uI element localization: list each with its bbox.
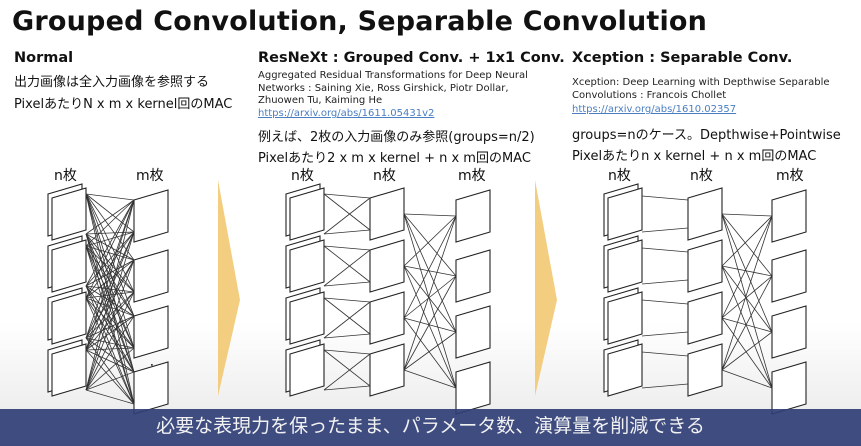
xception-pw-link-2-3 (721, 317, 773, 389)
resnext-output-map-3 (455, 361, 491, 415)
xception-output-map-0 (771, 189, 807, 243)
xception-pw-link-3-1 (721, 275, 773, 371)
xception-mid-map-2 (687, 291, 723, 345)
resnext-group-link-3-c (323, 349, 371, 387)
resnext-group-link-1-b (323, 281, 371, 287)
xception-dw-link-1-a (641, 247, 689, 253)
slide: Grouped Convolution, Separable Convoluti… (0, 0, 861, 446)
resnext-group-link-1-a (323, 245, 371, 251)
xception-dw-link-1-b (641, 279, 689, 285)
resnext-output-map-1 (455, 249, 491, 303)
xception-dw-link-3-a (641, 351, 689, 357)
xception-output-map-1 (771, 249, 807, 303)
normal-output-map-2 (133, 305, 169, 359)
resnext-group-link-0-d (323, 197, 371, 235)
resnext-pw-link-3-2 (403, 331, 457, 371)
resnext-group-link-3-d (323, 353, 371, 391)
xception-pw-link-1-3 (721, 265, 773, 389)
resnext-group-link-2-b (323, 333, 371, 339)
resnext-mid-map-1 (369, 239, 405, 293)
resnext-group-link-3-a (323, 349, 371, 355)
resnext-output-map-2 (455, 305, 491, 359)
resnext-pw-link-3-1 (403, 275, 457, 371)
resnext-mid-map-3 (369, 343, 405, 397)
xception-pw-link-3-3 (721, 369, 773, 389)
xception-mid-map-1 (687, 239, 723, 293)
xception-dw-link-2-a (641, 299, 689, 305)
arrow-2 (535, 180, 557, 396)
resnext-group-link-2-c (323, 297, 371, 335)
xception-mid-map-3 (687, 343, 723, 397)
arrow-1 (218, 180, 240, 396)
resnext-mid-map-2 (369, 291, 405, 345)
normal-link-3-0-3-b (85, 349, 135, 405)
resnext-group-link-1-c (323, 245, 371, 283)
resnext-pw-link-1-3 (403, 265, 457, 389)
normal-output-map-0 (133, 189, 169, 243)
resnext-group-link-0-c (323, 193, 371, 231)
normal-link-3-1-3-b (85, 389, 135, 405)
resnext-group-link-1-d (323, 249, 371, 287)
xception-dw-link-2-b (641, 331, 689, 337)
resnext-group-link-2-d (323, 301, 371, 339)
xception-pw-link-2-2 (721, 317, 773, 333)
resnext-pw-link-1-2 (403, 265, 457, 333)
resnext-pw-link-0-0 (403, 213, 457, 217)
resnext-pw-link-2-2 (403, 317, 457, 333)
resnext-group-link-0-a (323, 193, 371, 199)
convolution-diagrams (47, 180, 807, 415)
xception-pw-link-2-1 (721, 275, 773, 319)
xception-pw-link-3-2 (721, 331, 773, 371)
xception-dw-link-0-a (641, 195, 689, 201)
xception-dw-link-0-b (641, 227, 689, 233)
xception-pw-link-0-0 (721, 213, 773, 217)
resnext-mid-map-0 (369, 187, 405, 241)
normal-output-map-1 (133, 249, 169, 303)
resnext-group-link-3-b (323, 385, 371, 391)
subtitle-text: 必要な表現力を保ったまま、パラメータ数、演算量を削減できる (156, 415, 705, 437)
resnext-group-link-2-a (323, 297, 371, 303)
resnext-pw-link-2-1 (403, 275, 457, 319)
xception-output-map-3 (771, 361, 807, 415)
xception-pw-link-1-2 (721, 265, 773, 333)
xception-output-map-2 (771, 305, 807, 359)
resnext-output-map-0 (455, 189, 491, 243)
resnext-pw-link-2-3 (403, 317, 457, 389)
normal-link-0-0-0-a (85, 193, 135, 201)
xception-mid-map-0 (687, 187, 723, 241)
resnext-pw-link-3-3 (403, 369, 457, 389)
normal-output-map-3 (133, 361, 169, 415)
resnext-group-link-0-b (323, 229, 371, 235)
xception-dw-link-3-b (641, 383, 689, 389)
